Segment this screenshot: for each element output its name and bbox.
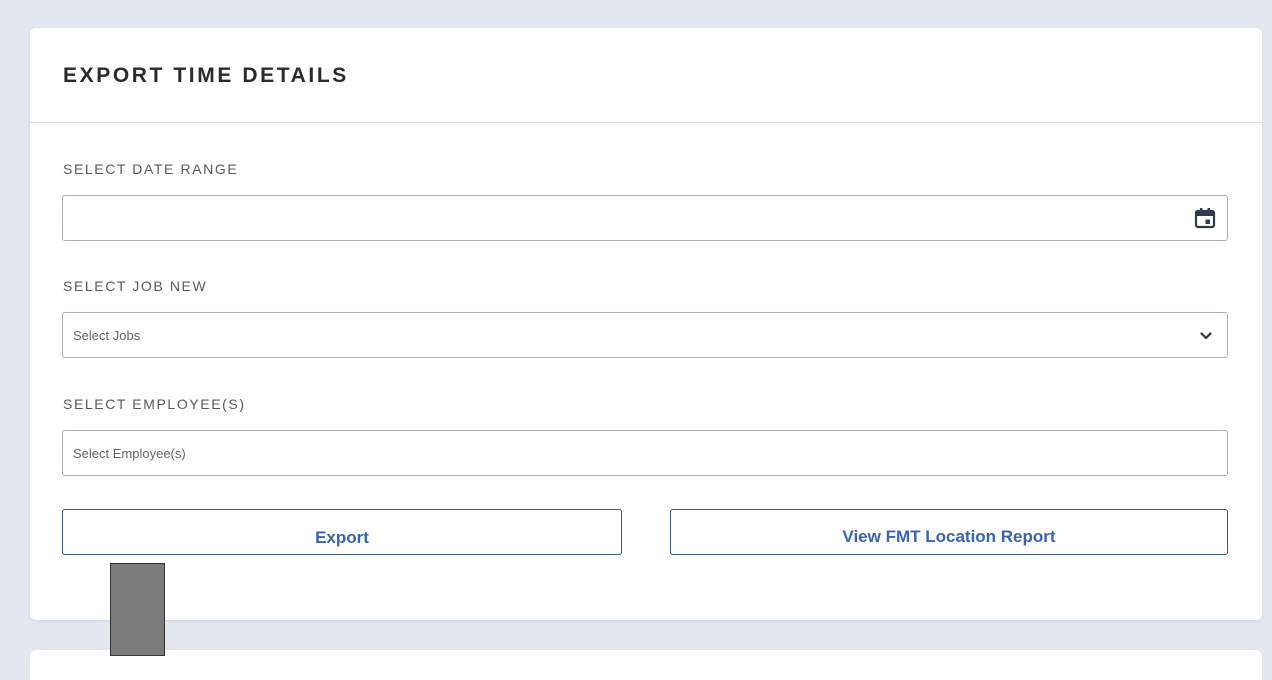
employees-input-placeholder: Select Employee(s) (73, 446, 186, 461)
job-select[interactable]: Select Jobs (62, 312, 1228, 358)
employees-input[interactable]: Select Employee(s) (62, 430, 1228, 476)
panel-header: EXPORT TIME DETAILS (30, 28, 1262, 123)
job-select-placeholder: Select Jobs (73, 328, 141, 343)
drag-handle[interactable] (110, 563, 165, 656)
export-time-details-panel: EXPORT TIME DETAILS SELECT DATE RANGE SE… (30, 28, 1262, 620)
calendar-icon[interactable] (1194, 207, 1216, 229)
employees-label: SELECT EMPLOYEE(S) (63, 396, 246, 412)
next-card (30, 650, 1262, 680)
chevron-down-icon[interactable] (1199, 329, 1213, 343)
view-fmt-location-report-button[interactable]: View FMT Location Report (670, 509, 1228, 555)
job-label: SELECT JOB NEW (63, 278, 208, 294)
panel-title: EXPORT TIME DETAILS (63, 64, 349, 87)
date-range-label: SELECT DATE RANGE (63, 161, 239, 177)
export-button[interactable]: Export (62, 509, 622, 555)
date-range-input[interactable] (62, 195, 1228, 241)
